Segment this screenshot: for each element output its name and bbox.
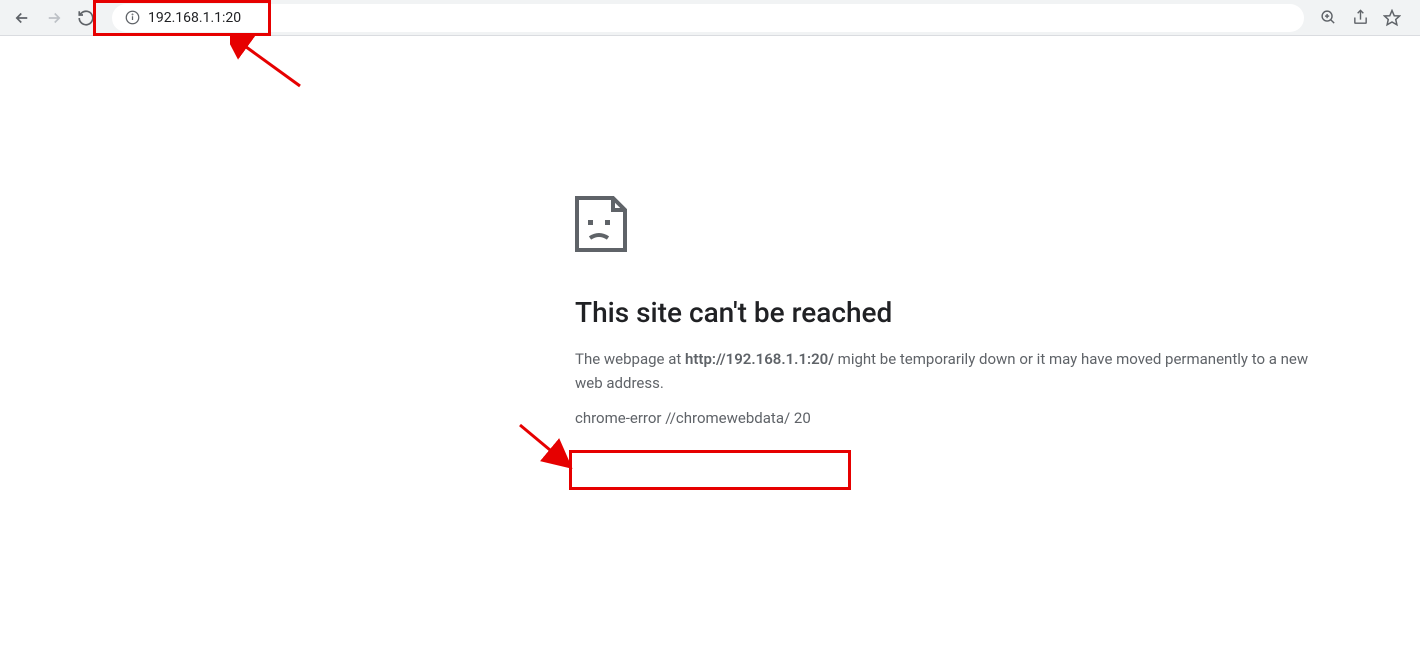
error-code: chrome-error //chromewebdata/ 20 <box>575 409 811 427</box>
toolbar-actions <box>1316 6 1412 30</box>
error-page: This site can't be reached The webpage a… <box>0 36 1420 427</box>
url-text: 192.168.1.1:20 <box>148 10 241 26</box>
bookmark-star-icon[interactable] <box>1380 6 1404 30</box>
annotation-box-errorcode <box>569 450 851 490</box>
back-button[interactable] <box>8 4 36 32</box>
reload-button[interactable] <box>72 4 100 32</box>
forward-button[interactable] <box>40 4 68 32</box>
zoom-icon[interactable] <box>1316 6 1340 30</box>
address-bar[interactable]: 192.168.1.1:20 <box>112 4 1304 32</box>
browser-toolbar: 192.168.1.1:20 <box>0 0 1420 36</box>
error-desc-url: http://192.168.1.1:20/ <box>685 350 834 368</box>
sad-page-icon <box>575 196 1420 256</box>
error-desc-pre: The webpage at <box>575 350 685 368</box>
site-info-icon[interactable] <box>124 10 140 26</box>
share-icon[interactable] <box>1348 6 1372 30</box>
error-title: This site can't be reached <box>575 296 1420 329</box>
error-description: The webpage at http://192.168.1.1:20/ mi… <box>575 347 1335 395</box>
